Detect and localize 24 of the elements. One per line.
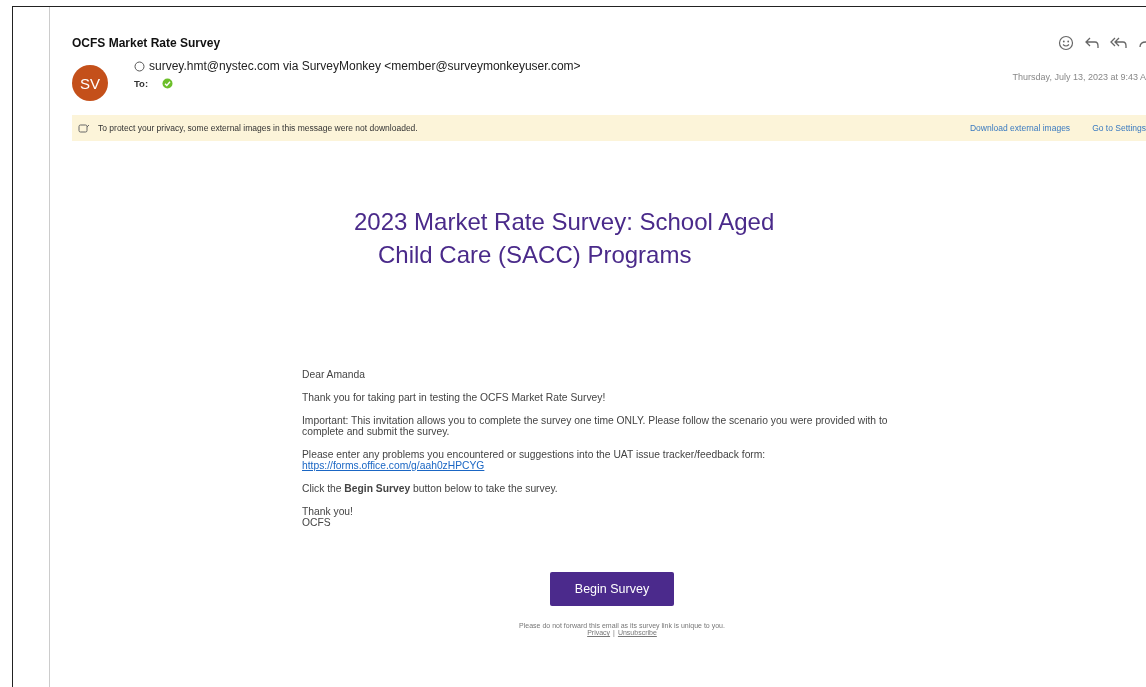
sender-address: survey.hmt@nystec.com via SurveyMonkey <member@surveymonkeyuser.com> <box>149 59 581 73</box>
sender-avatar: SV <box>72 65 108 101</box>
check-icon <box>162 78 174 89</box>
reply-icon[interactable] <box>1084 36 1100 50</box>
privacy-message: To protect your privacy, some external images in this message were not downloaded. <box>98 123 418 133</box>
banner-link[interactable]: Go to Settings <box>1092 123 1146 133</box>
email-date: Thursday, July 13, 2023 at 9:43 A <box>1012 72 1146 82</box>
paragraph: Important: This invitation allows you to complete the survey one time ONLY. Please follow the scenario you were provided with to complete and submit the survey. <box>302 415 889 437</box>
greeting: Dear Amanda <box>302 369 366 380</box>
email-subject: OCFS Market Rate Survey <box>72 36 221 50</box>
survey-title: 2023 Market Rate Survey: School Aged <box>354 207 776 237</box>
signoff: OCFS <box>302 517 332 528</box>
feedback-link[interactable]: https://forms.office.com/g/aah0zHPCYG <box>302 460 902 471</box>
survey-title: Child Care (SACC) Programs <box>378 240 693 270</box>
begin-survey-button[interactable]: Begin Survey <box>550 572 674 606</box>
signoff: Thank you! <box>302 506 354 517</box>
paragraph: Please enter any problems you encountered or suggestions into the UAT issue tracker/feedback form: <box>302 449 767 460</box>
reply-all-icon[interactable] <box>1110 36 1128 50</box>
emoji-icon[interactable] <box>1058 35 1074 51</box>
paragraph: Thank you for taking part in testing the OCFS Market Rate Survey! <box>302 392 607 403</box>
paragraph: Click the Begin Survey button below to take the survey. <box>302 483 559 494</box>
to-label: To: <box>134 78 149 89</box>
circle-icon <box>134 60 145 72</box>
banner-link[interactable]: Download external images <box>969 123 1071 133</box>
